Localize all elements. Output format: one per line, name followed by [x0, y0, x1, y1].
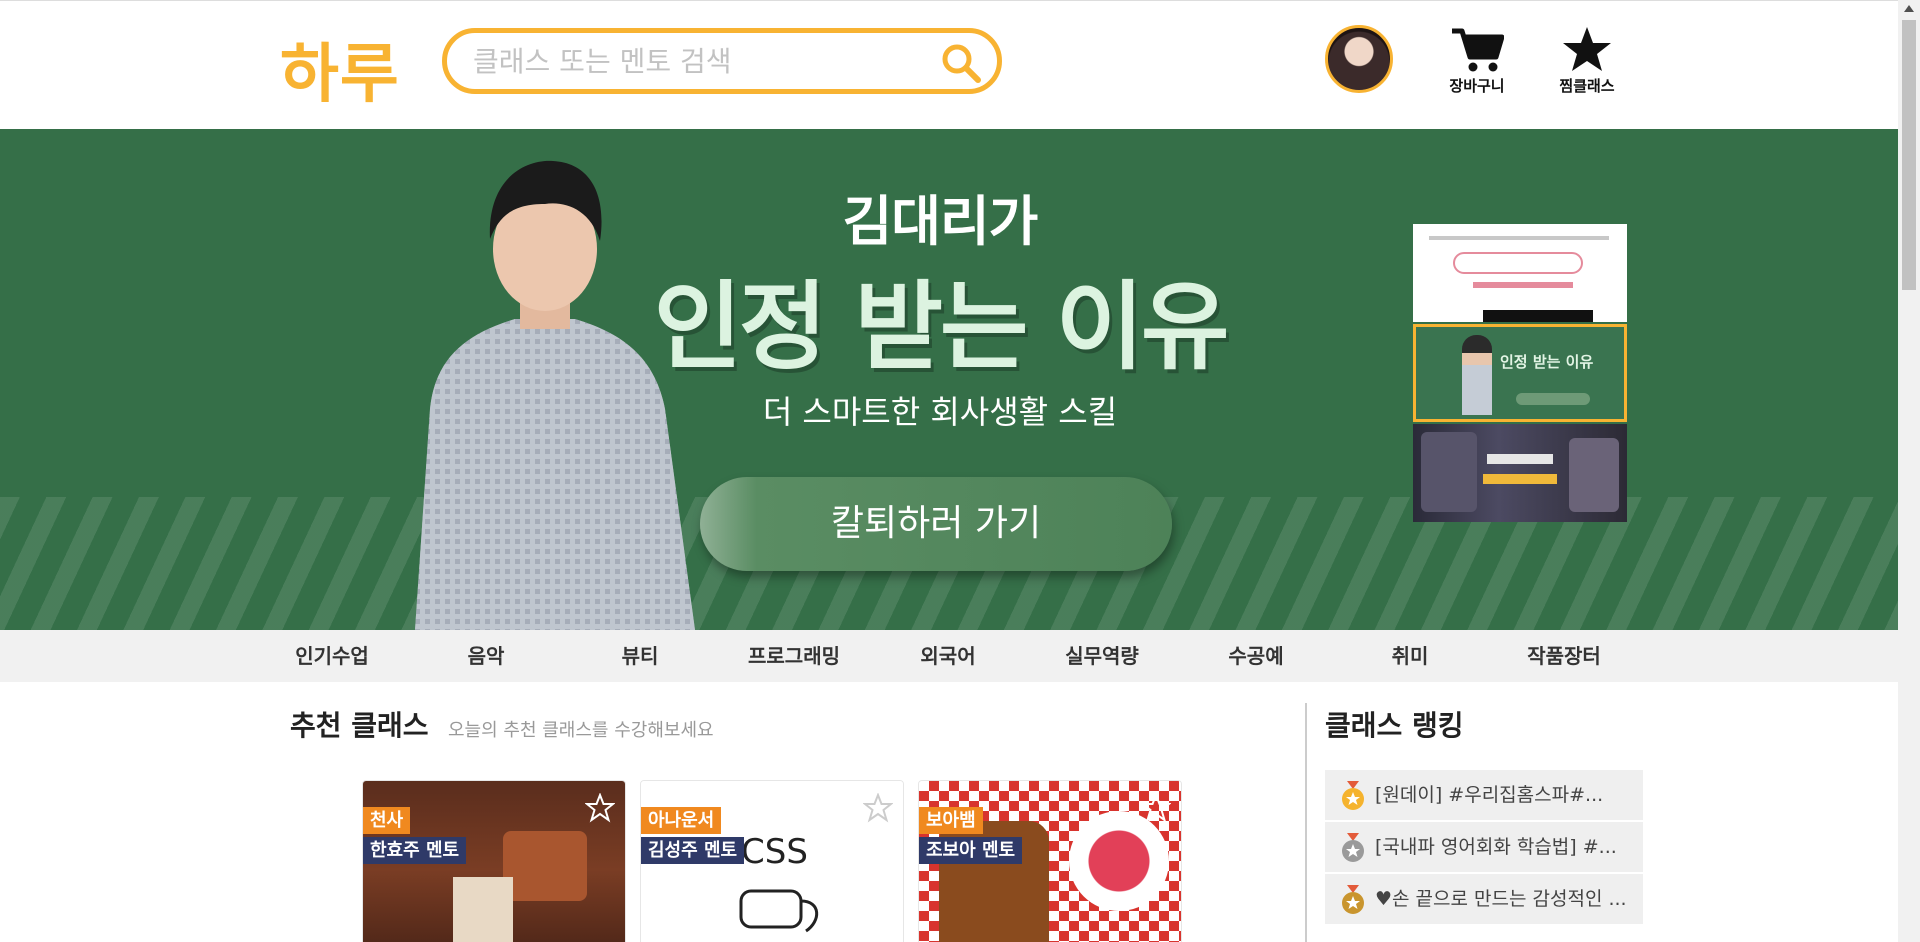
banner-thumbnails: 인정 받는 이유	[1413, 224, 1627, 522]
cart-label: 장바구니	[1449, 77, 1505, 95]
class-card-2[interactable]: CSS 아나운서 김성주 멘토	[640, 780, 904, 942]
mentor-nickname-badge: 아나운서	[641, 807, 722, 834]
bronze-medal-icon	[1342, 885, 1364, 914]
category-beauty[interactable]: 뷰티	[570, 630, 710, 682]
banner-subheading: 김대리가	[842, 190, 1039, 253]
ranking-item-text: ♥손 끝으로 만드는 감성적인 ...	[1375, 888, 1627, 910]
mentor-name-badge: 조보아 멘토	[919, 837, 1023, 864]
search-icon[interactable]	[939, 41, 983, 85]
banner-cta-button[interactable]: 칼퇴하러 가기	[700, 477, 1172, 571]
wishlist-label: 찜클래스	[1559, 77, 1615, 95]
category-work-skills[interactable]: 실무역량	[1032, 630, 1172, 682]
banner-thumbnail-2[interactable]: 인정 받는 이유	[1413, 324, 1627, 422]
star-icon	[1563, 27, 1611, 71]
section-divider	[1305, 703, 1307, 942]
scrollbar-thumb[interactable]	[1902, 20, 1916, 290]
header: 하루 장바구니 찜클래스	[0, 0, 1898, 129]
hero-banner: 김대리가 인정 받는 이유 더 스마트한 회사생활 스킬 칼퇴하러 가기 인정 …	[0, 129, 1898, 630]
ranking-item-3[interactable]: ♥손 끝으로 만드는 감성적인 ...	[1325, 874, 1643, 924]
class-card-3[interactable]: 보아뱀 조보아 멘토	[918, 780, 1182, 942]
ranking-title: 클래스 랭킹	[1325, 709, 1464, 742]
banner-caption: 더 스마트한 회사생활 스킬	[762, 393, 1118, 431]
search-bar[interactable]	[442, 28, 1002, 94]
category-handcraft[interactable]: 수공예	[1186, 630, 1326, 682]
gold-medal-icon	[1342, 781, 1364, 810]
svg-text:CSS: CSS	[741, 832, 808, 872]
scroll-up-arrow-icon[interactable]	[1898, 0, 1920, 18]
cart-icon	[1452, 28, 1504, 72]
mentor-name-badge: 한효주 멘토	[363, 837, 467, 864]
ranking-item-1[interactable]: [원데이] #우리집홈스파#...	[1325, 770, 1643, 820]
category-programming[interactable]: 프로그래밍	[724, 630, 864, 682]
mentor-nickname-badge: 천사	[363, 807, 411, 834]
recommended-title: 추천 클래스	[290, 709, 429, 742]
category-popular[interactable]: 인기수업	[262, 630, 402, 682]
avatar[interactable]	[1325, 25, 1393, 93]
banner-thumbnail-3[interactable]	[1413, 424, 1627, 522]
star-outline-icon[interactable]	[863, 793, 893, 823]
mentor-nickname-badge: 보아뱀	[919, 807, 983, 834]
cart-button[interactable]: 장바구니	[1432, 25, 1522, 96]
search-input[interactable]	[473, 41, 923, 81]
ranking-item-2[interactable]: [국내파 영어회화 학습법] #...	[1325, 822, 1643, 872]
mentor-name-badge: 김성주 멘토	[641, 837, 745, 864]
ranking-item-text: [국내파 영어회화 학습법] #...	[1375, 836, 1617, 858]
logo[interactable]: 하루	[280, 23, 400, 115]
star-outline-icon[interactable]	[1141, 793, 1171, 823]
silver-medal-icon	[1342, 833, 1364, 862]
vertical-scrollbar[interactable]	[1898, 0, 1920, 942]
category-nav: 인기수업 음악 뷰티 프로그래밍 외국어 실무역량 수공예 취미 작품장터	[0, 630, 1898, 682]
wishlist-button[interactable]: 찜클래스	[1542, 25, 1632, 96]
category-market[interactable]: 작품장터	[1494, 630, 1634, 682]
recommended-subtitle: 오늘의 추천 클래스를 수강해보세요	[448, 720, 714, 741]
ranking-item-text: [원데이] #우리집홈스파#...	[1375, 784, 1604, 806]
class-card-1[interactable]: 천사 한효주 멘토	[362, 780, 626, 942]
star-outline-icon[interactable]	[585, 793, 615, 823]
banner-heading: 인정 받는 이유	[653, 271, 1230, 383]
category-music[interactable]: 음악	[416, 630, 556, 682]
category-language[interactable]: 외국어	[878, 630, 1018, 682]
thumbnail-text: 인정 받는 이유	[1500, 353, 1594, 371]
banner-thumbnail-1[interactable]	[1413, 224, 1627, 322]
category-hobby[interactable]: 취미	[1340, 630, 1480, 682]
